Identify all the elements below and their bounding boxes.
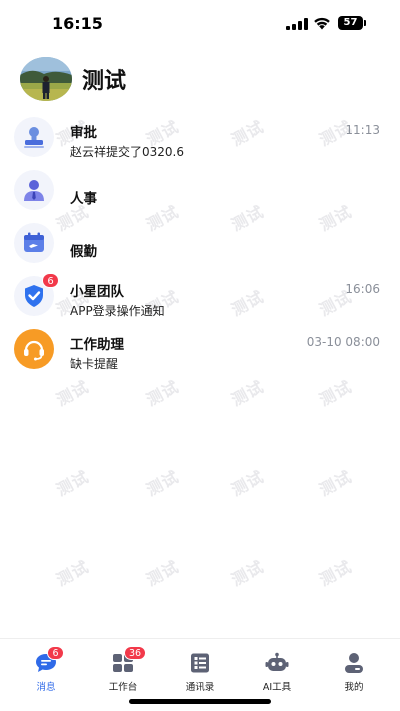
page-header: 测试 (20, 56, 126, 102)
item-subtitle: APP登录操作通知 (70, 304, 165, 318)
home-indicator[interactable] (129, 699, 271, 704)
watermark-text: 测试 (143, 466, 183, 500)
status-time: 16:15 (52, 14, 103, 33)
tab-label: AI工具 (262, 682, 292, 693)
item-subtitle: 赵云祥提交了0320.6 (70, 145, 184, 159)
headset-assistant-icon (14, 329, 54, 369)
watermark-text: 测试 (228, 556, 268, 590)
item-time: 11:13 (345, 123, 380, 137)
list-item-approval[interactable]: 审批 赵云祥提交了0320.6 11:13 (0, 113, 400, 166)
tab-badge: 6 (47, 646, 64, 660)
watermark-text: 测试 (228, 466, 268, 500)
tab-messages[interactable]: 6 消息 (16, 646, 76, 695)
battery-level: 57 (343, 17, 358, 28)
item-time: 03-10 08:00 (306, 335, 380, 349)
watermark-text: 测试 (228, 376, 268, 410)
approval-stamp-icon (14, 117, 54, 157)
watermark-text: 测试 (316, 376, 356, 410)
watermark-text: 测试 (53, 556, 93, 590)
tab-label: 我的 (344, 682, 364, 693)
watermark-text: 测试 (143, 376, 183, 410)
item-title: 工作助理 (70, 337, 124, 353)
tab-label: 工作台 (108, 682, 138, 693)
item-title: 假勤 (70, 244, 97, 260)
status-bar: 16:15 57 (0, 0, 400, 46)
tab-label: 消息 (36, 682, 56, 693)
unread-badge: 6 (42, 273, 59, 288)
list-item-personnel[interactable]: 人事 (0, 166, 400, 219)
item-subtitle: 缺卡提醒 (70, 357, 119, 371)
cellular-signal-icon (286, 18, 308, 30)
battery-icon: 57 (338, 16, 366, 30)
item-time: 16:06 (345, 282, 380, 296)
robot-icon (265, 652, 289, 674)
item-title: 小星团队 (70, 284, 124, 300)
tab-label: 通讯录 (185, 682, 215, 693)
watermark-text: 测试 (53, 466, 93, 500)
watermark-text: 测试 (316, 466, 356, 500)
avatar[interactable] (20, 57, 72, 101)
tab-contacts[interactable]: 通讯录 (170, 649, 230, 695)
message-list: 审批 赵云祥提交了0320.6 11:13 人事 假勤 6 小星团队 APP登录… (0, 113, 400, 378)
leave-calendar-icon (14, 223, 54, 263)
chat-bubble-icon: 6 (34, 646, 64, 674)
tab-badge: 36 (124, 646, 147, 660)
personnel-icon (14, 170, 54, 210)
tab-ai-tools[interactable]: AI工具 (247, 649, 307, 695)
item-title: 审批 (70, 125, 97, 141)
contacts-book-icon (188, 652, 212, 674)
watermark-text: 测试 (53, 376, 93, 410)
tab-workbench[interactable]: 36 工作台 (93, 646, 153, 695)
list-item-team[interactable]: 6 小星团队 APP登录操作通知 16:06 (0, 272, 400, 325)
wifi-icon (314, 17, 330, 30)
tab-profile[interactable]: 我的 (324, 649, 384, 695)
item-title: 人事 (70, 191, 97, 207)
list-item-leave[interactable]: 假勤 (0, 219, 400, 272)
profile-icon (342, 652, 366, 674)
watermark-text: 测试 (316, 556, 356, 590)
page-title: 测试 (82, 69, 127, 94)
list-item-assistant[interactable]: 工作助理 缺卡提醒 03-10 08:00 (0, 325, 400, 378)
grid-apps-icon: 36 (111, 646, 147, 674)
watermark-text: 测试 (143, 556, 183, 590)
